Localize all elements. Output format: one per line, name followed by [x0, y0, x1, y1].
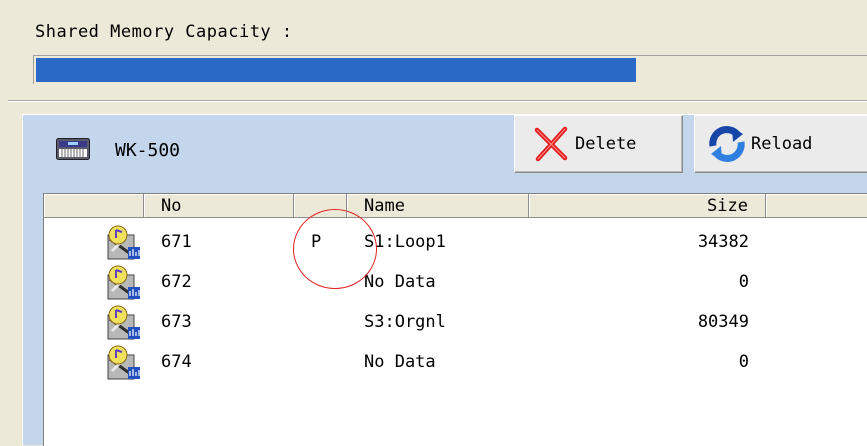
- delete-button-label: Delete: [575, 134, 637, 154]
- row-name: S1:Loop1: [364, 232, 446, 252]
- memory-capacity-fill: [36, 58, 637, 82]
- row-no: 671: [161, 232, 192, 252]
- file-list: No Name Size 671 P S1:Loop1 34382 672 No…: [43, 193, 867, 446]
- row-no: 673: [161, 312, 192, 332]
- column-header-protect[interactable]: [294, 194, 347, 218]
- column-header-no[interactable]: No: [144, 194, 294, 218]
- row-size: 0: [738, 272, 749, 292]
- keyboard-icon: [56, 138, 90, 160]
- reload-button-label: Reload: [751, 134, 813, 154]
- device-name: WK-500: [115, 140, 181, 161]
- row-no: 672: [161, 272, 192, 292]
- audio-file-icon: [107, 305, 140, 340]
- memory-capacity-label: Shared Memory Capacity :: [35, 22, 293, 42]
- red-x-icon: [534, 126, 568, 162]
- row-no: 674: [161, 352, 192, 372]
- row-size: 0: [738, 352, 749, 372]
- audio-file-icon: [107, 345, 140, 380]
- device-panel: WK-500 Delete Reload No Name Size 671 P …: [22, 114, 867, 446]
- row-name: S3:Orgnl: [364, 312, 446, 332]
- row-name: No Data: [364, 352, 436, 372]
- audio-file-icon: [107, 265, 140, 300]
- row-size: 34382: [697, 232, 749, 252]
- audio-file-icon: [107, 225, 140, 260]
- reload-button[interactable]: Reload: [694, 115, 867, 173]
- column-header-icon[interactable]: [44, 194, 144, 218]
- delete-button[interactable]: Delete: [514, 115, 683, 173]
- column-header-filler: [766, 194, 867, 218]
- refresh-arrows-icon: [709, 126, 745, 162]
- memory-capacity-bar: [33, 55, 867, 84]
- divider: [8, 100, 867, 102]
- row-name: No Data: [364, 272, 436, 292]
- table-row[interactable]: 674 No Data 0: [44, 343, 867, 383]
- table-row[interactable]: 671 P S1:Loop1 34382: [44, 223, 867, 263]
- table-row[interactable]: 673 S3:Orgnl 80349: [44, 303, 867, 343]
- row-size: 80349: [697, 312, 749, 332]
- table-row[interactable]: 672 No Data 0: [44, 263, 867, 303]
- row-protect-flag: P: [311, 232, 322, 252]
- column-header-size[interactable]: Size: [529, 194, 766, 218]
- column-header-name[interactable]: Name: [347, 194, 529, 218]
